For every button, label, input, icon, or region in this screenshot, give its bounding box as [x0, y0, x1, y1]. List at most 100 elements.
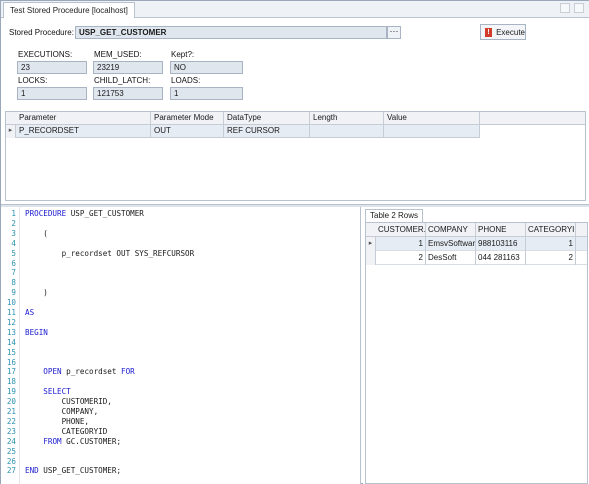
- code-line[interactable]: 16: [1, 358, 360, 368]
- line-number: 13: [6, 327, 16, 337]
- cell-parameter-mode[interactable]: OUT: [151, 125, 224, 138]
- code-line[interactable]: 25: [1, 447, 360, 457]
- loads-value: 1: [170, 87, 243, 100]
- column-header-parameter[interactable]: Parameter: [16, 112, 151, 125]
- close-button[interactable]: [574, 3, 584, 13]
- code-line[interactable]: 22 PHONE,: [1, 416, 360, 427]
- column-header-customerid[interactable]: CUSTOMER...: [376, 223, 426, 237]
- code-token: p_recordset OUT SYS_REFCURSOR: [25, 248, 195, 258]
- code-line[interactable]: 12: [1, 317, 360, 328]
- column-header-phone[interactable]: PHONE: [476, 223, 526, 237]
- code-token: COMPANY,: [25, 407, 99, 416]
- cell-parameter[interactable]: P_RECORDSET: [16, 125, 151, 138]
- code-line[interactable]: 21 COMPANY,: [1, 407, 360, 417]
- cell-phone[interactable]: 044 281163: [476, 251, 526, 265]
- column-header-company[interactable]: COMPANY: [426, 223, 476, 237]
- results-tab[interactable]: Table 2 Rows: [365, 209, 424, 222]
- code-line[interactable]: 1 PROCEDURE USP_GET_CUSTOMER: [1, 209, 360, 219]
- mem-used-value: 23219: [93, 61, 163, 74]
- line-number: 22: [6, 416, 16, 426]
- code-token: (: [25, 228, 48, 238]
- code-line[interactable]: 5 p_recordset OUT SYS_REFCURSOR: [1, 248, 360, 259]
- window: Test Stored Procedure [localhost] Stored…: [0, 0, 589, 484]
- browse-button[interactable]: ···: [387, 26, 401, 39]
- code-line[interactable]: 26: [1, 457, 360, 467]
- execute-label: Execute: [496, 27, 525, 37]
- code-token: USP_GET_CUSTOMER: [66, 209, 144, 218]
- code-line[interactable]: 13 BEGIN: [1, 327, 360, 338]
- code-line[interactable]: 2: [1, 218, 360, 229]
- column-header-categoryid[interactable]: CATEGORYID: [526, 223, 576, 237]
- code-editor[interactable]: 1 PROCEDURE USP_GET_CUSTOMER 2 3 (4 5 p_reco…: [1, 207, 361, 484]
- code-line[interactable]: 14: [1, 338, 360, 348]
- cell-customerid[interactable]: 2: [376, 251, 426, 265]
- line-number: 7: [11, 268, 16, 278]
- column-header-value[interactable]: Value: [384, 112, 480, 125]
- code-text: p_recordset OUT SYS_REFCURSOR: [25, 248, 195, 259]
- code-text: CUSTOMERID,: [25, 397, 112, 407]
- code-line[interactable]: 20 CUSTOMERID,: [1, 397, 360, 407]
- results-header: CUSTOMER... COMPANY PHONE CATEGORYID: [366, 223, 587, 237]
- kept-label: Kept?:: [171, 50, 195, 59]
- code-line[interactable]: 19 SELECT: [1, 387, 360, 397]
- stored-procedure-label: Stored Procedure:: [9, 28, 74, 37]
- code-token: ): [25, 288, 48, 298]
- execute-button[interactable]: ! Execute: [480, 24, 526, 40]
- locks-value: 1: [17, 87, 87, 100]
- code-line[interactable]: 23 CATEGORYID: [1, 427, 360, 437]
- minimize-button[interactable]: [560, 3, 570, 13]
- code-line[interactable]: 18: [1, 377, 360, 387]
- line-number: 5: [11, 248, 16, 258]
- code-text: PHONE,: [25, 417, 89, 427]
- line-number: 24: [6, 436, 16, 446]
- code-line[interactable]: 10: [1, 298, 360, 308]
- cell-categoryid[interactable]: 2: [526, 251, 576, 265]
- code-line[interactable]: 8: [1, 278, 360, 288]
- tab-test-stored-procedure[interactable]: Test Stored Procedure [localhost]: [3, 2, 135, 18]
- cell-value[interactable]: [384, 125, 480, 138]
- line-number: 19: [6, 387, 16, 397]
- cell-categoryid[interactable]: 1: [526, 237, 576, 251]
- cell-phone[interactable]: 988103116: [476, 237, 526, 251]
- code-line[interactable]: 17 OPEN p_recordset FOR: [1, 367, 360, 377]
- code-line[interactable]: 9 ): [1, 288, 360, 298]
- line-number: 27: [6, 466, 16, 476]
- code-line[interactable]: 27 END USP_GET_CUSTOMER;: [1, 466, 360, 476]
- code-line[interactable]: 15: [1, 348, 360, 358]
- column-header-datatype[interactable]: DataType: [224, 112, 310, 125]
- code-token: p_recordset: [61, 367, 122, 377]
- code-line[interactable]: 6: [1, 259, 360, 269]
- execute-icon: !: [485, 27, 493, 37]
- code-line[interactable]: 7: [1, 268, 360, 278]
- code-token: USP_GET_CUSTOMER;: [38, 466, 122, 476]
- code-line[interactable]: 4: [1, 239, 360, 249]
- column-header-length[interactable]: Length: [310, 112, 384, 125]
- table-row[interactable]: ▸ P_RECORDSET OUT REF CURSOR: [6, 125, 480, 138]
- row-selector-icon: ▸: [6, 125, 16, 138]
- executions-value: 23: [17, 61, 87, 74]
- cell-datatype[interactable]: REF CURSOR: [224, 125, 310, 138]
- line-number: 17: [6, 367, 16, 377]
- code-line[interactable]: 3 (: [1, 228, 360, 239]
- parameters-header: Parameter Parameter Mode DataType Length…: [6, 112, 585, 125]
- column-header-parameter-mode[interactable]: Parameter Mode: [151, 112, 224, 125]
- code-keyword: AS: [25, 308, 35, 317]
- code-text: OPEN p_recordset FOR: [25, 367, 134, 377]
- table-row[interactable]: ▸ 1 EmsvSoftware 988103116 1: [366, 237, 587, 251]
- locks-label: LOCKS:: [18, 76, 48, 85]
- stored-procedure-field[interactable]: USP_GET_CUSTOMER: [75, 26, 387, 39]
- line-number: 12: [6, 317, 16, 327]
- cell-length[interactable]: [310, 125, 384, 138]
- code-keyword: PROCEDURE: [25, 209, 67, 218]
- table-row[interactable]: 2 DesSoft 044 281163 2: [366, 251, 587, 265]
- code-keyword: SELECT: [43, 387, 71, 397]
- code-line[interactable]: 24 FROM GC.CUSTOMER;: [1, 436, 360, 447]
- line-number: 2: [11, 218, 16, 228]
- code-text: END USP_GET_CUSTOMER;: [25, 466, 121, 476]
- code-line[interactable]: 11 AS: [1, 308, 360, 318]
- cell-customerid[interactable]: 1: [376, 237, 426, 251]
- cell-company[interactable]: EmsvSoftware: [426, 237, 476, 251]
- row-selector-icon: ▸: [366, 237, 376, 251]
- cell-company[interactable]: DesSoft: [426, 251, 476, 265]
